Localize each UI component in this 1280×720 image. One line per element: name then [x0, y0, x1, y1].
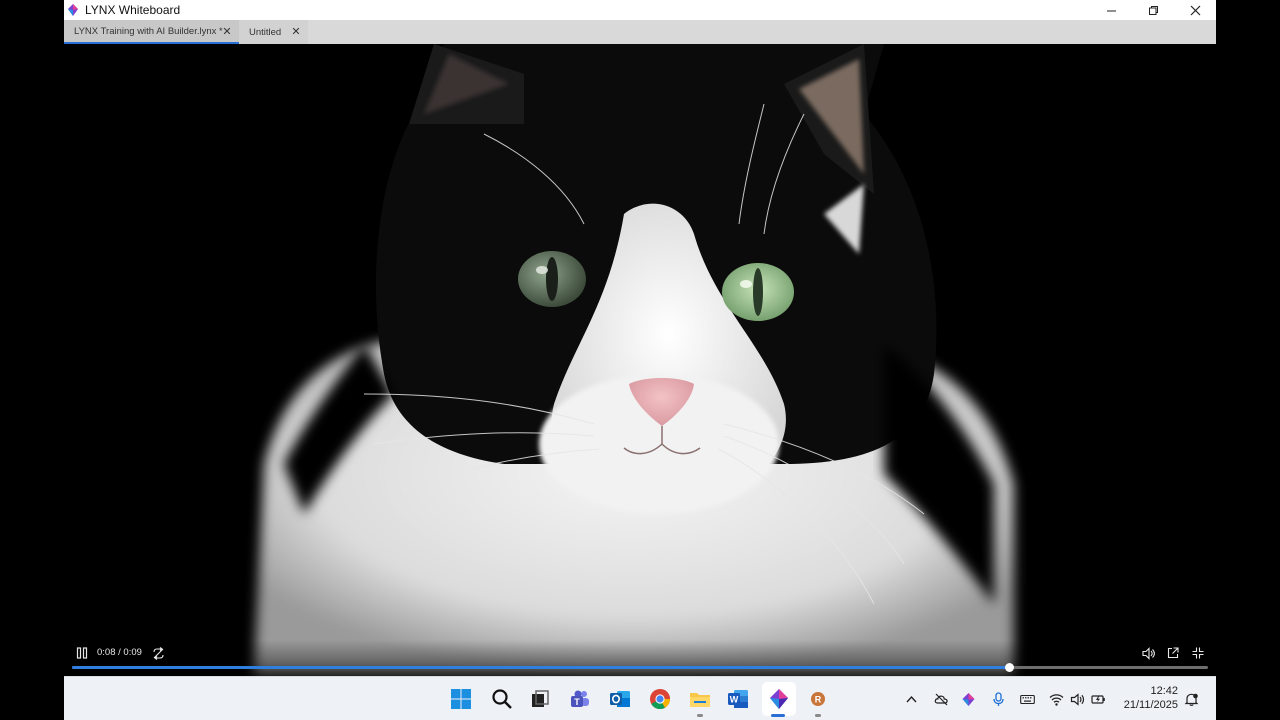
keyboard-tray[interactable] [1018, 690, 1036, 708]
word-icon: W [728, 690, 748, 708]
chevron-up-icon [905, 695, 917, 702]
microphone-icon [992, 691, 1004, 706]
close-icon [1190, 5, 1200, 15]
loop-button[interactable] [150, 645, 166, 661]
exit-fullscreen-icon [1192, 647, 1204, 659]
lynx-taskbar-button[interactable] [767, 687, 791, 711]
keyboard-icon [1019, 694, 1035, 704]
battery-icon [1090, 694, 1105, 704]
r-app-button[interactable]: R [806, 687, 830, 711]
close-icon[interactable]: ✕ [222, 26, 232, 38]
app-title: LYNX Whiteboard [85, 3, 181, 17]
outlook-button[interactable] [608, 687, 632, 711]
close-window-button[interactable] [1174, 0, 1216, 20]
task-view-icon [532, 690, 549, 707]
file-explorer-icon [690, 693, 710, 707]
seek-bar-progress [72, 666, 1010, 669]
volume-tray[interactable] [1068, 690, 1086, 708]
tab-lynx-training[interactable]: LYNX Training with AI Builder.lynx * ✕ [64, 20, 239, 44]
playback-time: 0:08 / 0:09 [97, 647, 142, 658]
video-player[interactable] [64, 44, 1216, 676]
cloud-off-icon [934, 693, 948, 705]
chrome-button[interactable] [648, 687, 672, 711]
file-explorer-button[interactable] [688, 687, 712, 711]
svg-text:W: W [730, 695, 739, 705]
teams-button[interactable]: T [568, 687, 592, 711]
popout-button[interactable] [1165, 645, 1181, 661]
exit-fullscreen-button[interactable] [1190, 645, 1206, 661]
tab-label: LYNX Training with AI Builder.lynx * [74, 25, 223, 37]
clock-date[interactable]: 21/11/2025 [1116, 699, 1178, 711]
start-button[interactable] [449, 687, 473, 711]
microphone-tray[interactable] [989, 690, 1007, 708]
active-indicator [771, 714, 785, 717]
tab-untitled[interactable]: Untitled ✕ [239, 20, 308, 44]
minimize-icon [1106, 10, 1116, 11]
teams-icon: T [571, 690, 589, 707]
lynx-tray[interactable] [959, 690, 977, 708]
cat-photo [64, 44, 1216, 676]
search-button[interactable] [490, 687, 514, 711]
wifi-icon [1049, 693, 1063, 706]
seek-bar-thumb[interactable] [1004, 663, 1014, 672]
title-bar: LYNX Whiteboard [64, 0, 1216, 20]
chrome-icon [650, 689, 671, 710]
show-hidden-icons-button[interactable] [902, 690, 920, 708]
speaker-icon [1070, 692, 1084, 706]
close-icon[interactable]: ✕ [291, 26, 301, 38]
document-tabs: LYNX Training with AI Builder.lynx * ✕ U… [64, 20, 1216, 44]
lynx-logo-icon [68, 4, 78, 16]
pause-button[interactable] [74, 645, 90, 661]
popout-icon [1167, 647, 1179, 659]
maximize-icon [1148, 5, 1158, 15]
battery-tray[interactable] [1089, 690, 1107, 708]
restore-button[interactable] [1132, 0, 1174, 20]
running-indicator [697, 714, 703, 717]
seek-bar[interactable] [72, 666, 1208, 669]
search-icon [492, 689, 512, 709]
app-window: LYNX Whiteboard LYNX Training with AI Bu… [64, 0, 1216, 720]
minimize-button[interactable] [1090, 0, 1132, 20]
running-indicator [815, 714, 821, 717]
svg-text:T: T [574, 697, 580, 707]
notification-bell-icon [1184, 693, 1198, 706]
word-button[interactable]: W [726, 687, 750, 711]
video-controls-bar [64, 640, 1216, 676]
lynx-tray-icon [962, 692, 974, 706]
notification-center-button[interactable] [1182, 690, 1200, 708]
windows-start-icon [451, 689, 471, 709]
wifi-tray[interactable] [1047, 690, 1065, 708]
task-view-button[interactable] [528, 687, 552, 711]
pause-icon [76, 647, 88, 659]
clock-time[interactable]: 12:42 [1116, 685, 1178, 697]
tab-label: Untitled [249, 26, 282, 38]
onedrive-tray[interactable] [932, 690, 950, 708]
svg-text:R: R [815, 695, 822, 705]
outlook-icon [610, 691, 630, 707]
volume-icon [1141, 646, 1155, 660]
volume-button[interactable] [1140, 645, 1156, 661]
loop-icon [152, 646, 164, 660]
windows-taskbar: T W R 12:42 21/11/2025 [64, 676, 1216, 720]
r-app-icon: R [811, 692, 825, 706]
lynx-app-icon [770, 689, 788, 709]
